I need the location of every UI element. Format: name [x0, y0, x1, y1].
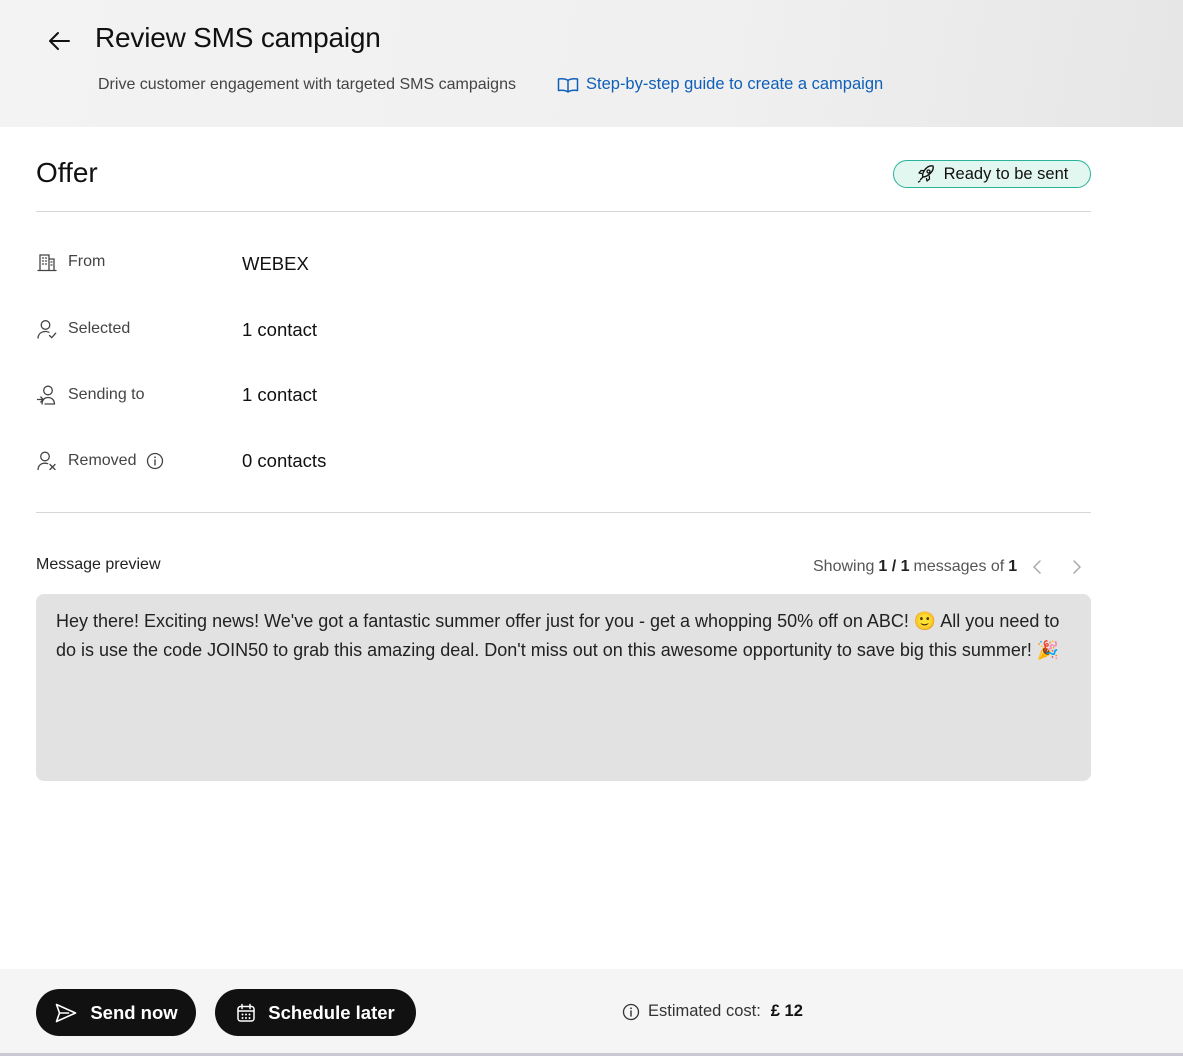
selected-label-row: Selected [36, 318, 130, 340]
estimated-cost: Estimated cost: £ 12 [622, 1002, 803, 1021]
info-icon[interactable] [146, 452, 164, 470]
pager-prefix: Showing [813, 558, 875, 575]
divider-top [36, 211, 1091, 212]
user-remove-icon [37, 451, 56, 471]
send-now-label: Send now [90, 1001, 178, 1023]
sending-value: 1 contact [242, 384, 318, 405]
message-preview-label: Message preview [36, 556, 161, 573]
guide-link-label: Step-by-step guide to create a campaign [586, 75, 884, 93]
calendar-icon [237, 1003, 256, 1022]
pager-next-button[interactable] [1065, 556, 1087, 578]
send-now-button[interactable]: Send now [36, 989, 196, 1036]
campaign-name: Offer [36, 157, 98, 188]
book-icon [557, 77, 579, 93]
back-button[interactable] [42, 24, 76, 58]
info-icon [622, 1003, 640, 1020]
action-footer: Send now Schedule later Estimated cost: … [0, 969, 1183, 1056]
removed-value: 0 contacts [242, 450, 327, 471]
schedule-later-button[interactable]: Schedule later [215, 989, 416, 1036]
pager-mid: messages of [913, 558, 1005, 575]
status-badge-label: Ready to be sent [943, 164, 1069, 183]
page-subtitle: Drive customer engagement with targeted … [98, 76, 516, 93]
page-header: Review SMS campaign Drive customer engag… [0, 0, 1183, 127]
from-label: From [68, 253, 106, 270]
from-label-row: From [36, 252, 105, 272]
guide-link[interactable]: Step-by-step guide to create a campaign [557, 75, 883, 94]
building-icon [37, 254, 57, 272]
selected-value: 1 contact [242, 319, 318, 340]
schedule-later-label: Schedule later [268, 1001, 395, 1023]
sending-label-row: Sending to [36, 384, 145, 406]
send-icon [56, 1003, 77, 1022]
arrow-left-icon [49, 32, 70, 50]
chevron-left-icon [1033, 560, 1041, 574]
removed-label-row: Removed [36, 450, 164, 472]
removed-label: Removed [68, 452, 137, 469]
page-title: Review SMS campaign [95, 22, 381, 53]
estimated-cost-label: Estimated cost: [648, 1002, 761, 1020]
user-check-icon [37, 320, 57, 339]
chevron-right-icon [1073, 560, 1081, 574]
from-value: WEBEX [242, 253, 309, 274]
divider-middle [36, 512, 1091, 513]
status-badge: Ready to be sent [893, 160, 1091, 188]
selected-label: Selected [68, 320, 131, 337]
user-send-icon [36, 385, 56, 405]
estimated-cost-value: £ 12 [770, 1002, 803, 1020]
pager-prev-button[interactable] [1027, 556, 1049, 578]
pager-current: 1 / 1 [878, 558, 910, 575]
message-text: Hey there! Exciting news! We've got a fa… [56, 611, 1060, 660]
sending-label: Sending to [68, 386, 145, 403]
message-pager: Showing 1 / 1 messages of 1 [813, 556, 1087, 578]
pager-total: 1 [1008, 558, 1018, 575]
rocket-icon [917, 165, 934, 183]
message-preview-box: Hey there! Exciting news! We've got a fa… [36, 594, 1091, 781]
